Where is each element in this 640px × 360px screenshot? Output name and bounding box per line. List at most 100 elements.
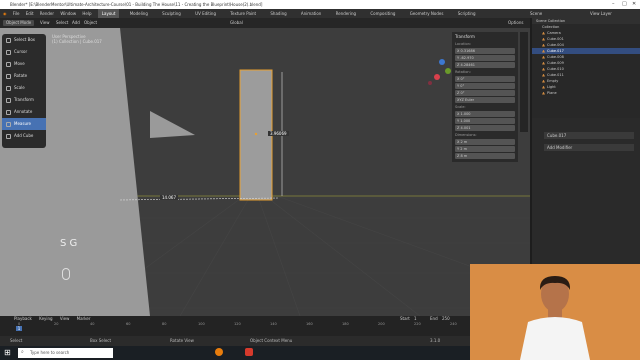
mode-selector[interactable]: Object Mode [3,20,35,26]
menu-object[interactable]: Object [84,18,97,28]
tool-label: Rotate [14,73,28,78]
scale-y-field[interactable]: Y 1.000 [455,118,515,124]
menu-playback[interactable]: Playback [14,316,32,321]
outliner: Scene Collection Collection Camera Cube.… [532,18,640,118]
tool-transform[interactable]: Transform [2,94,46,106]
scene-selector[interactable]: Scene [530,9,542,18]
workspace-tab-geometry-nodes[interactable]: Geometry Nodes [406,9,448,18]
mesh-icon [542,73,545,77]
close-icon[interactable]: ✕ [632,0,636,9]
menu-marker[interactable]: Marker [77,316,91,321]
frame-tick-label: 100 [198,322,205,326]
window-title: Blender* [E:\BlenderMentor\Ultimate-Arch… [10,2,263,7]
workspace-tab-uv-editing[interactable]: UV Editing [191,9,220,18]
tool-cursor[interactable]: Cursor [2,46,46,58]
menu-file[interactable]: File [13,9,20,18]
menu-select[interactable]: Select [56,18,68,28]
workspace-tab-layout[interactable]: Layout [97,9,120,18]
navigation-gizmo[interactable] [428,59,451,85]
workspace-tab-scripting[interactable]: Scripting [454,9,480,18]
rotation-label: Rotation: [455,70,471,74]
scale-z-field[interactable]: Z 4.001 [455,125,515,131]
object-origin [254,132,258,136]
tool-add-cube[interactable]: Add Cube [2,130,46,142]
frame-tick-label: 120 [234,322,241,326]
options-menu[interactable]: Options [508,18,523,28]
plane-edge[interactable] [150,111,195,138]
menu-edit[interactable]: Edit [26,9,34,18]
mesh-icon [542,37,545,41]
rotation-x-field[interactable]: X 0° [455,76,515,82]
workspace-tab-modeling[interactable]: Modeling [126,9,152,18]
menu-render[interactable]: Render [40,9,54,18]
app-taskbar-icon[interactable] [245,348,253,356]
tool-select-box[interactable]: Select Box [2,34,46,46]
3d-viewport[interactable]: User Perspective (1) Collection | Cube.0… [0,28,530,316]
frame-tick-label: 180 [342,322,349,326]
menu-window[interactable]: Window [60,9,76,18]
add-cube-icon [6,133,11,139]
menu-view[interactable]: View [60,316,70,321]
menubar: ◉ File Edit Render Window Help Layout Mo… [0,9,640,18]
screencast-keys: S G [60,238,78,249]
tool-shelf: Select Box Cursor Move Rotate Scale Tran… [2,34,46,148]
menu-help[interactable]: Help [82,9,91,18]
current-frame-indicator[interactable]: 1 [16,326,22,331]
move-icon [6,61,11,67]
tool-measure[interactable]: Measure [2,118,46,130]
dimensions-x-field[interactable]: X 2 m [455,139,515,145]
workspace-tab-animation[interactable]: Animation [297,9,325,18]
maximize-icon[interactable]: □ [622,0,627,9]
scale-x-field[interactable]: X 1.000 [455,111,515,117]
dimensions-y-field[interactable]: Y 2 m [455,146,515,152]
menu-add[interactable]: Add [72,18,80,28]
dimensions-z-field[interactable]: Z 8 m [455,153,515,159]
n-panel: Transform Location: X 0.31686 Y -62.970 … [452,32,518,162]
transform-orientation[interactable]: Global [230,18,243,28]
menu-view[interactable]: View [40,18,50,28]
add-modifier-button[interactable]: Add Modifier [544,144,634,151]
viewport-info-collection: (1) Collection | Cube.017 [52,39,102,44]
workspace-tab-rendering[interactable]: Rendering [332,9,360,18]
presenter-video [470,264,640,360]
viewport-header: Object Mode View Select Add Object Globa… [0,18,530,28]
object-icon [542,31,545,35]
tool-rotate[interactable]: Rotate [2,70,46,82]
select-box-icon [6,37,11,43]
workspace-tab-compositing[interactable]: Compositing [366,9,399,18]
frame-tick-label: 220 [414,322,421,326]
object-name-field[interactable]: Cube.017 [544,132,634,139]
blender-taskbar-icon[interactable] [215,348,223,356]
location-y-field[interactable]: Y -62.970 [455,55,515,61]
minimize-icon[interactable]: – [612,0,615,9]
workspace-tab-shading[interactable]: Shading [266,9,290,18]
workspace-tab-sculpting[interactable]: Sculpting [158,9,185,18]
search-icon: ⌕ [21,349,24,355]
windows-start-icon[interactable]: ⊞ [4,348,11,357]
location-z-field[interactable]: Z 4.28461 [455,62,515,68]
blender-logo-icon[interactable]: ◉ [3,9,7,18]
tool-label: Cursor [14,49,28,54]
tool-annotate[interactable]: Annotate [2,106,46,118]
location-x-field[interactable]: X 0.31686 [455,48,515,54]
view-layer-selector[interactable]: View Layer [590,9,612,18]
frame-tick-label: 20 [54,322,59,326]
mesh-icon [542,43,545,47]
tool-move[interactable]: Move [2,58,46,70]
outliner-item[interactable]: Plane [532,90,640,96]
n-panel-tabs[interactable] [520,32,528,132]
menu-keying[interactable]: Keying [39,316,52,321]
rotation-y-field[interactable]: Y 0° [455,83,515,89]
tool-scale[interactable]: Scale [2,82,46,94]
tool-label: Measure [14,121,31,126]
rotate-icon [6,73,11,79]
frame-tick-label: 60 [126,322,131,326]
workspace-tab-texture-paint[interactable]: Texture Paint [226,9,260,18]
frame-tick-label: 200 [378,322,385,326]
measure-width-label: 14.067 [160,195,178,200]
rotation-z-field[interactable]: Z 0° [455,90,515,96]
status-box-select: Box Select [90,338,112,343]
tool-label: Select Box [14,37,36,42]
rotation-mode-select[interactable]: XYZ Euler [455,97,515,103]
taskbar-search[interactable]: Type here to search [18,348,113,358]
